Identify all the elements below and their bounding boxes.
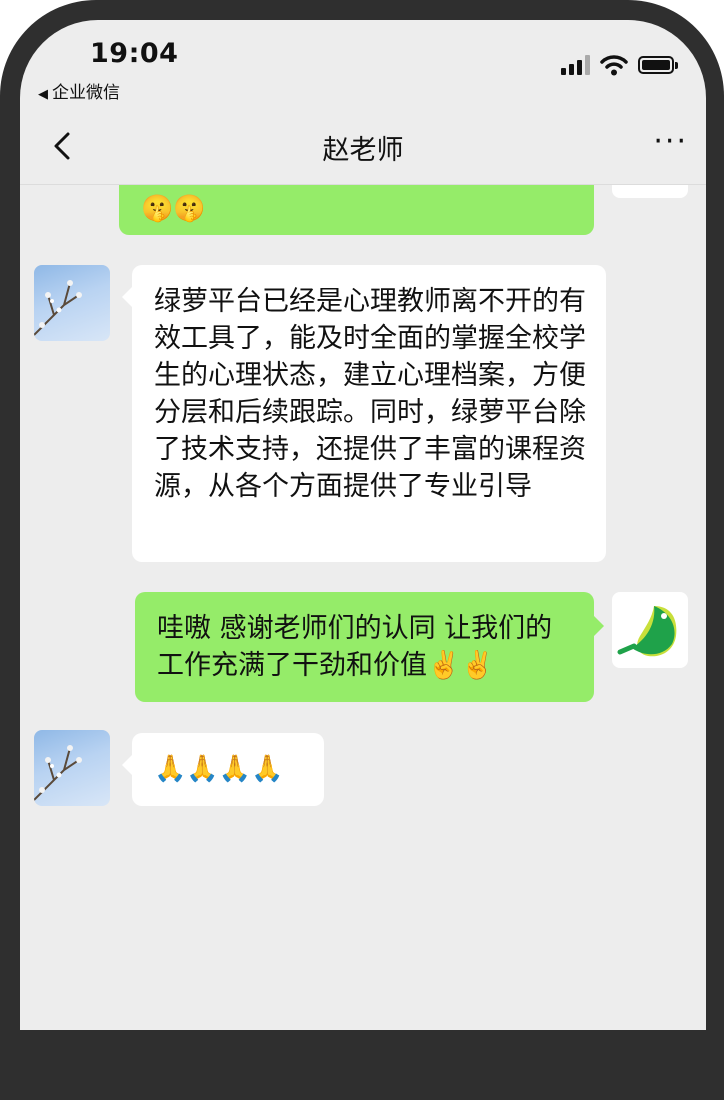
my-avatar[interactable] — [612, 592, 688, 668]
back-to-app-link[interactable]: ◀ 企业微信 — [38, 78, 120, 103]
teacher-avatar[interactable] — [34, 265, 110, 341]
screen: 19:04 ◀ 企业微信 赵老师 ··· 🤫🤫 绿萝平台已经是心理教师离不开的有… — [20, 20, 706, 1030]
status-time: 19:04 — [90, 38, 179, 69]
message-bubble-outgoing[interactable]: 哇嗷 感谢老师们的认同 让我们的工作充满了干劲和价值✌️✌️ — [135, 592, 604, 702]
wifi-icon — [600, 55, 628, 76]
phone-frame: 19:04 ◀ 企业微信 赵老师 ··· 🤫🤫 绿萝平台已经是心理教师离不开的有… — [0, 0, 724, 1100]
chat-title: 赵老师 — [322, 135, 404, 166]
more-dots-icon[interactable]: ··· — [653, 124, 688, 159]
message-text: 🙏🙏🙏🙏 — [154, 754, 284, 784]
chat-header: 赵老师 ··· — [20, 108, 706, 185]
message-bubble-incoming[interactable]: 绿萝平台已经是心理教师离不开的有效工具了，能及时全面的掌握全校学生的心理状态，建… — [122, 265, 606, 562]
green-leaf-bird-logo-icon — [617, 606, 677, 657]
status-icons — [561, 54, 678, 76]
battery-icon — [638, 56, 678, 74]
back-triangle-icon: ◀ — [38, 87, 48, 102]
blossom-branch-icon — [34, 280, 82, 336]
back-app-label: 企业微信 — [52, 83, 120, 103]
signal-icon — [561, 55, 590, 75]
chat-area[interactable]: 🤫🤫 绿萝平台已经是心理教师离不开的有效工具了，能及时全面的掌握全校学生的心理状… — [20, 134, 706, 1030]
message-bubble-incoming[interactable]: 🙏🙏🙏🙏 — [122, 733, 324, 806]
blossom-branch-icon — [34, 745, 82, 801]
message-text: 绿萝平台已经是心理教师离不开的有效工具了，能及时全面的掌握全校学生的心理状态，建… — [154, 286, 586, 502]
message-text: 哇嗷 感谢老师们的认同 让我们的工作充满了干劲和价值✌️✌️ — [157, 613, 553, 681]
teacher-avatar[interactable] — [34, 730, 110, 806]
message-text: 🤫🤫 — [141, 194, 206, 224]
